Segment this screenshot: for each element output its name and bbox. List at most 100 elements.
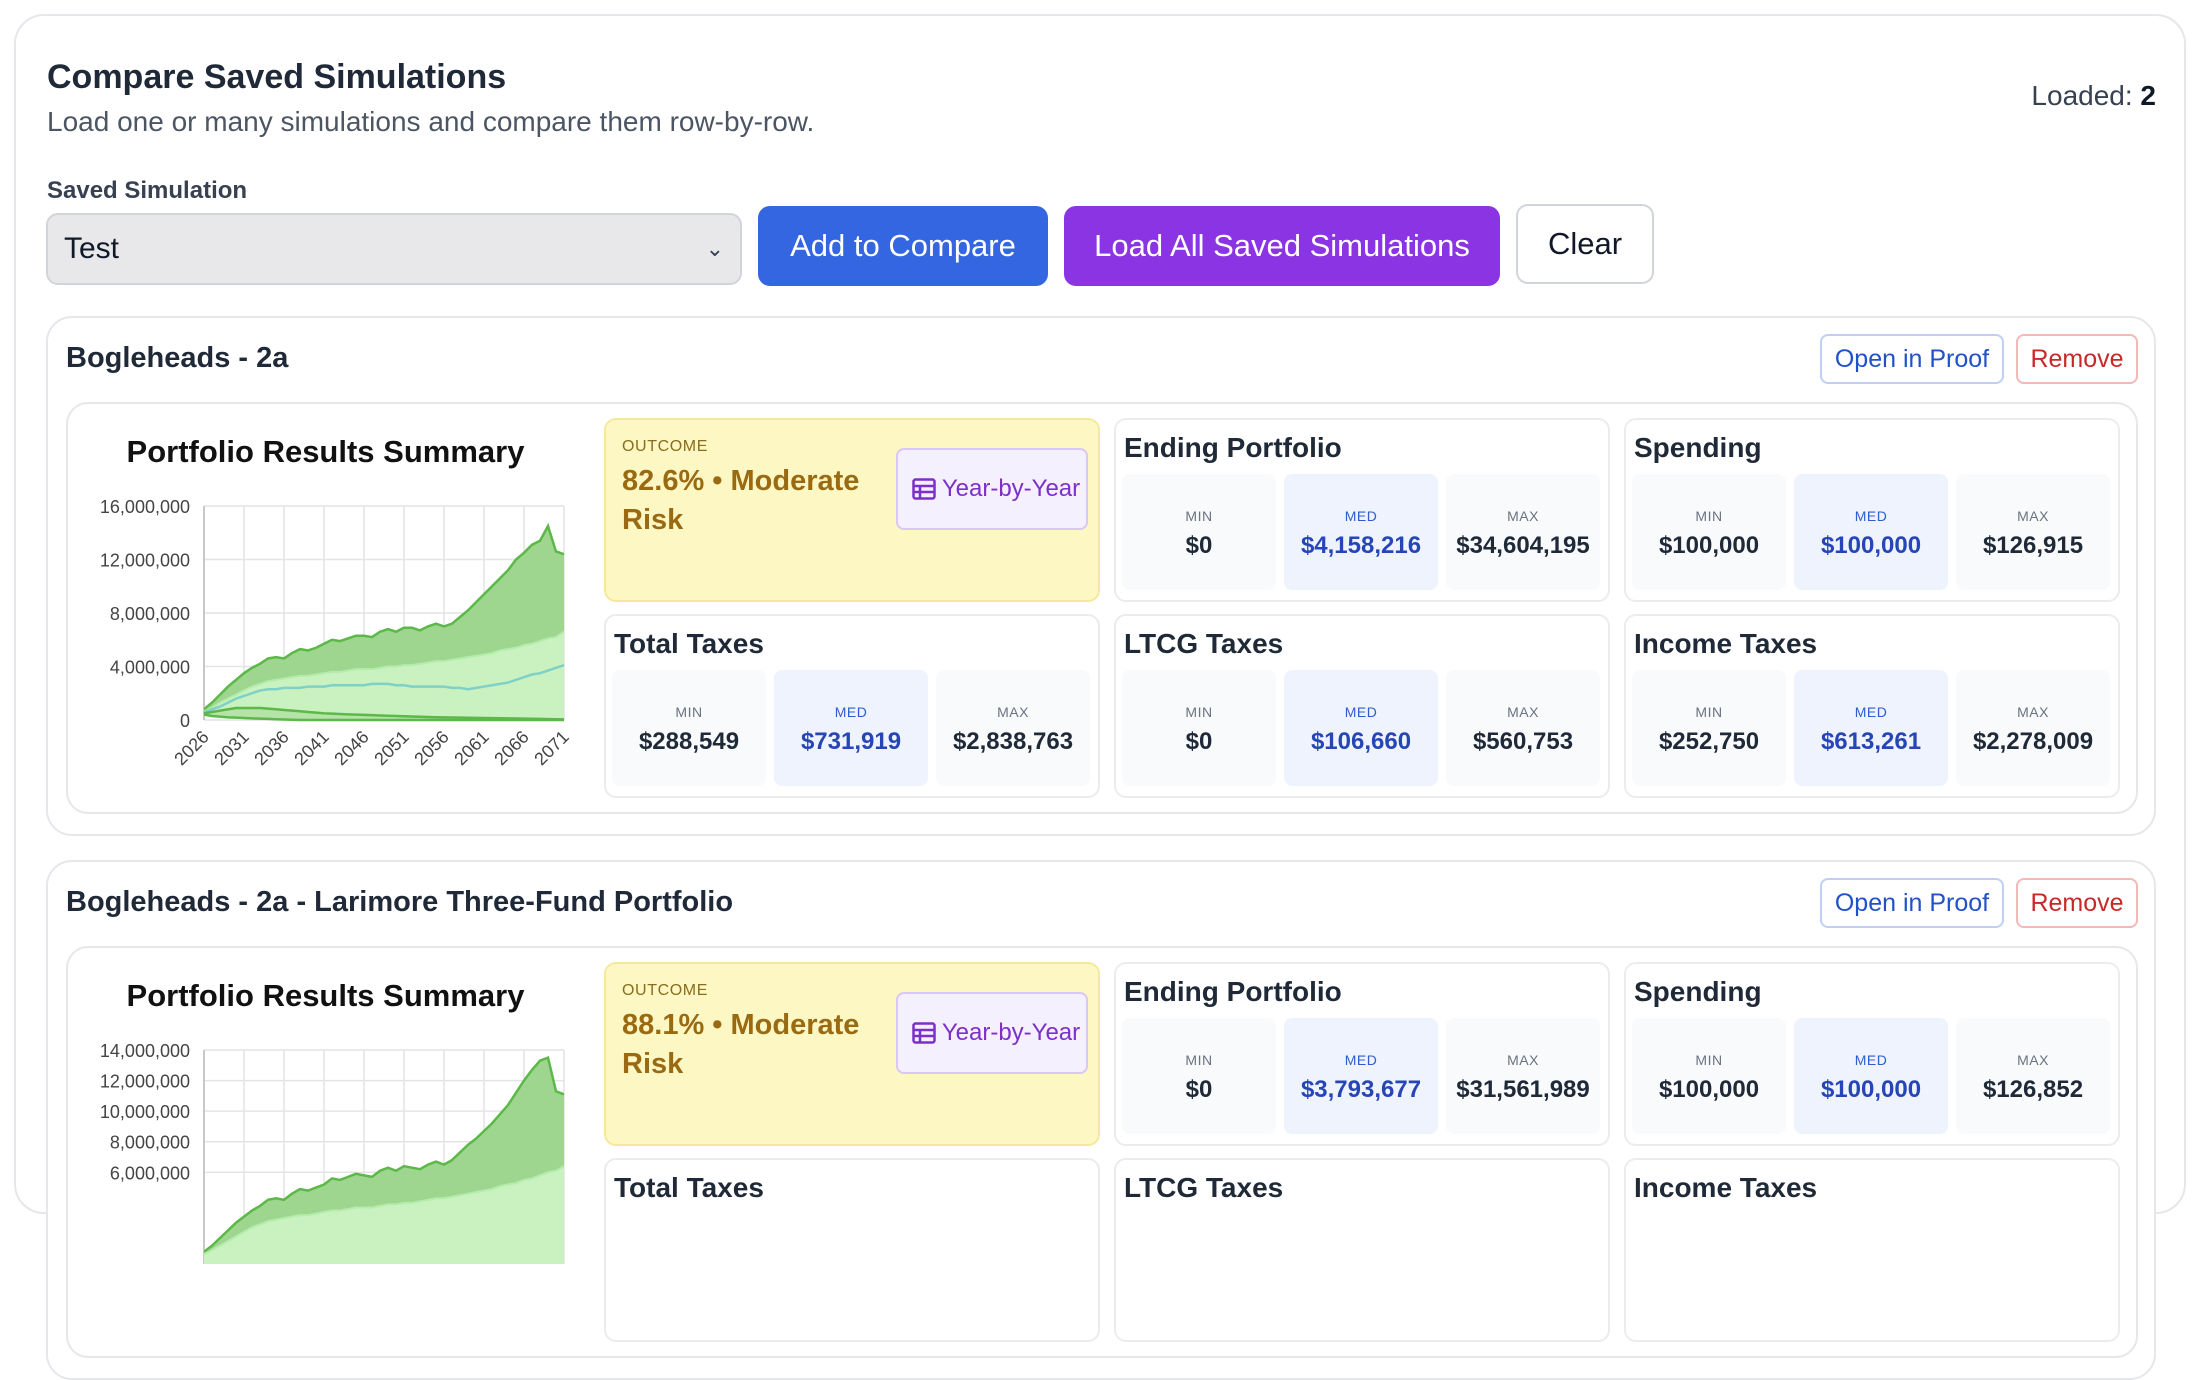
stat-max: MAX $34,604,195 [1446,474,1600,590]
stat-max: MAX $31,561,989 [1446,1018,1600,1134]
stat-min: MIN $252,750 [1632,670,1786,786]
stat-value: $4,158,216 [1300,532,1422,559]
stat-max: MAX $560,753 [1446,670,1600,786]
stat-value: $31,561,989 [1456,1076,1590,1103]
income-taxes-tile: Income Taxes MIN $252,750 MED $613,261 MAX… [1624,614,2120,798]
outcome-tile: OUTCOME 88.1% • Moderate Risk Year-by-Ye… [604,962,1100,1146]
year-by-year-button[interactable]: Year-by-Year [896,448,1088,530]
stat-value: $731,919 [800,728,902,755]
y-tick-label: 6,000,000 [110,1163,190,1183]
stat-value: $560,753 [1472,728,1574,755]
stat-min: MIN $0 [1122,1018,1276,1134]
x-tick-label: 2051 [370,727,412,769]
tile-title: LTCG Taxes [1124,628,1284,659]
add-to-compare-button[interactable]: Add to Compare [758,206,1048,286]
tile-title: Ending Portfolio [1124,976,1342,1007]
ending-portfolio-tile: Ending Portfolio MIN $0 MED $3,793,677 MAX… [1114,962,1610,1146]
stat-max: MAX $126,852 [1956,1018,2110,1134]
select-value: Test [64,232,120,265]
stat-max: MAX $2,838,763 [936,670,1090,786]
stat-value: $2,278,009 [1972,728,2094,755]
stat-value: $126,852 [1982,1076,2084,1103]
outcome-label: OUTCOME [622,982,708,999]
y-tick-label: 14,000,000 [100,1041,190,1061]
stat-min: MIN $288,549 [612,670,766,786]
stat-label: MAX [1507,704,1539,720]
x-tick-label: 2031 [210,727,252,769]
x-tick-label: 2066 [490,727,532,769]
remove-button[interactable]: Remove [2016,878,2138,928]
income-taxes-tile: Income Taxes [1624,1158,2120,1342]
ltcg-taxes-tile: LTCG Taxes [1114,1158,1610,1342]
tile-title: Spending [1634,976,1762,1007]
y-tick-label: 4,000,000 [110,658,190,678]
tile-title: Ending Portfolio [1124,432,1342,463]
load-all-button[interactable]: Load All Saved Simulations [1064,206,1500,286]
remove-button[interactable]: Remove [2016,334,2138,384]
stat-med: MED $731,919 [774,670,928,786]
stat-label: MAX [2017,1052,2049,1068]
stat-label: MIN [1185,508,1213,524]
stat-label: MED [1854,508,1888,524]
stat-value: $34,604,195 [1456,532,1590,559]
year-by-year-button[interactable]: Year-by-Year [896,992,1088,1074]
stat-value: $100,000 [1820,532,1922,559]
page-title: Compare Saved Simulations [47,58,507,96]
stat-value: $252,750 [1658,728,1760,755]
stat-label: MED [1344,1052,1378,1068]
simulation-card: Bogleheads - 2a - Larimore Three-Fund Po… [46,860,2156,1380]
stat-label: MAX [1507,508,1539,524]
y-tick-label: 8,000,000 [110,604,190,624]
portfolio-chart: 16,000,00012,000,0008,000,0004,000,00002… [100,497,573,769]
stat-label: MIN [675,704,703,720]
y-tick-label: 12,000,000 [100,551,190,571]
stat-label: MED [1854,1052,1888,1068]
stat-label: MIN [1695,704,1723,720]
stat-med: MED $3,793,677 [1284,1018,1438,1134]
stat-min: MIN $0 [1122,670,1276,786]
y-tick-label: 8,000,000 [110,1133,190,1153]
stat-max: MAX $2,278,009 [1956,670,2110,786]
loaded-label: Loaded: [2031,80,2133,111]
total-taxes-tile: Total Taxes MIN $288,549 MED $731,919 MAX $… [604,614,1100,798]
x-tick-label: 2046 [330,727,372,769]
year-by-year-label: Year-by-Year [941,475,1081,502]
stat-value: $100,000 [1658,532,1760,559]
loaded-count: Loaded: 2 [2031,80,2156,112]
stat-label: MIN [1185,704,1213,720]
stat-label: MAX [2017,508,2049,524]
outcome-label: OUTCOME [622,438,708,455]
stat-value: $126,915 [1982,532,2084,559]
stat-min: MIN $100,000 [1632,474,1786,590]
saved-simulation-select[interactable]: Test ⌄ [46,213,742,285]
stat-value: $2,838,763 [952,728,1074,755]
stat-label: MED [1344,704,1378,720]
clear-button[interactable]: Clear [1516,204,1654,284]
page-subtitle: Load one or many simulations and compare… [47,106,815,137]
y-tick-label: 0 [180,711,190,731]
open-in-proof-button[interactable]: Open in Proof [1820,878,2004,928]
stat-min: MIN $0 [1122,474,1276,590]
open-in-proof-button[interactable]: Open in Proof [1820,334,2004,384]
stat-med: MED $100,000 [1794,1018,1948,1134]
tile-title: Income Taxes [1634,1172,1818,1203]
stat-med: MED $4,158,216 [1284,474,1438,590]
year-by-year-label: Year-by-Year [941,1019,1081,1046]
spending-tile: Spending MIN $100,000 MED $100,000 MAX $126… [1624,962,2120,1146]
stat-value: $0 [1185,532,1213,559]
outcome-value: 88.1% • Moderate Risk [622,1009,860,1080]
stat-label: MIN [1695,1052,1723,1068]
tile-title: Total Taxes [614,628,764,659]
stat-value: $106,660 [1310,728,1412,755]
tile-title: Total Taxes [614,1172,764,1203]
stat-value: $288,549 [638,728,740,755]
simulation-card: Bogleheads - 2a Open in Proof Remove Por… [46,316,2156,836]
stat-label: MAX [1507,1052,1539,1068]
chevron-down-icon: ⌄ [705,236,724,261]
outcome-value: 82.6% • Moderate Risk [622,465,860,536]
total-taxes-tile: Total Taxes [604,1158,1100,1342]
stat-value: $613,261 [1820,728,1922,755]
stat-label: MAX [997,704,1029,720]
spending-tile: Spending MIN $100,000 MED $100,000 MAX $126… [1624,418,2120,602]
stat-label: MED [1854,704,1888,720]
